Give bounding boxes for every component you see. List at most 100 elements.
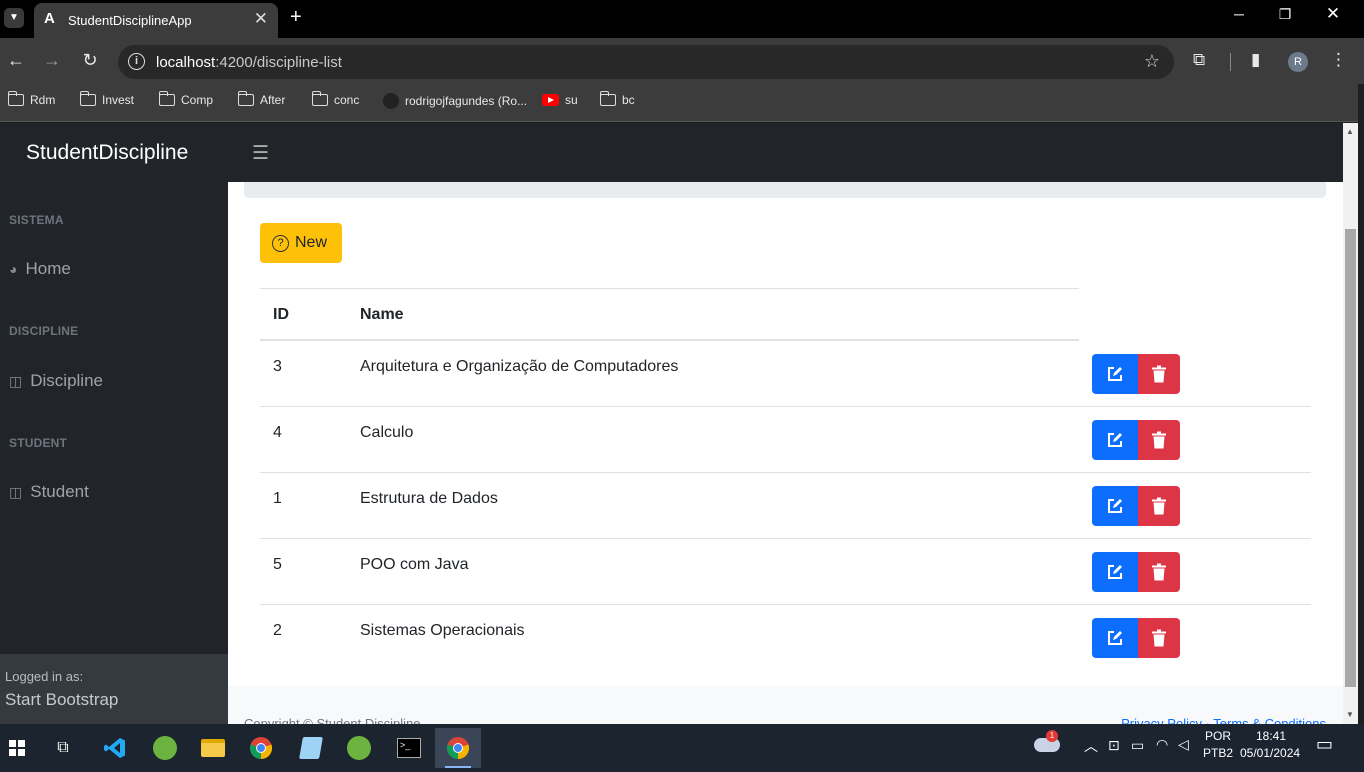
clock-time[interactable]: 18:41 — [1256, 729, 1286, 743]
page-scrollbar[interactable]: ▲ ▼ — [1343, 123, 1358, 724]
header-id: ID — [273, 306, 289, 323]
delete-button[interactable] — [1138, 420, 1180, 460]
restore-icon[interactable]: ❐ — [1262, 6, 1308, 23]
notepad-icon[interactable] — [288, 728, 334, 768]
edit-button[interactable] — [1092, 618, 1138, 658]
start-windows-icon[interactable] — [0, 728, 40, 768]
edit-icon — [1108, 565, 1122, 579]
sidebar-heading-sistema: SISTEMA — [9, 213, 64, 227]
site-info-icon[interactable]: i — [128, 53, 145, 70]
file-explorer-icon[interactable] — [190, 728, 236, 768]
profile-avatar[interactable]: R — [1288, 52, 1308, 72]
row-id: 2 — [273, 622, 282, 639]
bookmark-rdm[interactable]: Rdm — [8, 91, 55, 107]
task-view-icon[interactable]: ⧉ — [40, 728, 86, 768]
table-row: 3 Arquitetura e Organização de Computado… — [260, 341, 1311, 407]
bookmark-github[interactable]: rodrigojfagundes (Ro... — [383, 93, 527, 109]
folder-icon — [238, 91, 254, 106]
url-text: localhost:4200/discipline-list — [156, 54, 342, 71]
sidebar-item-student[interactable]: ◫ Student — [9, 482, 89, 502]
bookmark-bc[interactable]: bc — [600, 91, 635, 107]
toolbar-divider — [1230, 53, 1231, 71]
logged-in-label: Logged in as: — [5, 669, 84, 684]
notifications-icon[interactable]: ▭ — [1316, 734, 1333, 755]
extensions-icon[interactable]: ⧉ — [1193, 50, 1205, 70]
show-hidden-icons[interactable]: ︿ — [1084, 736, 1098, 756]
edit-button[interactable] — [1092, 354, 1138, 394]
page-footer: Copyright © Student Discipline Privacy P… — [228, 686, 1343, 724]
delete-button[interactable] — [1138, 552, 1180, 592]
row-name: Sistemas Operacionais — [360, 622, 525, 639]
volume-icon[interactable]: ◁ — [1178, 736, 1189, 753]
close-tab-icon[interactable]: ✕ — [254, 9, 268, 29]
spring-tools-icon-2[interactable] — [336, 728, 382, 768]
menu-kebab-icon[interactable]: ⋮ — [1330, 50, 1347, 70]
row-name: Estrutura de Dados — [360, 490, 498, 507]
battery-icon[interactable]: ▭ — [1131, 737, 1144, 754]
bookmark-star-icon[interactable]: ☆ — [1144, 51, 1160, 72]
bookmark-su[interactable]: su — [542, 93, 578, 107]
edit-icon — [1108, 631, 1122, 645]
new-tab-icon[interactable]: + — [290, 6, 302, 29]
top-navbar: StudentDiscipline ☰ — [0, 123, 1343, 182]
address-bar[interactable]: i localhost:4200/discipline-list ☆ — [118, 45, 1174, 79]
angular-logo-icon: A — [44, 10, 55, 27]
row-name: Arquitetura e Organização de Computadore… — [360, 358, 679, 375]
table-row: 5 POO com Java — [260, 539, 1311, 605]
sidebar-heading-student: STUDENT — [9, 436, 68, 450]
question-circle-icon: ? — [272, 234, 289, 252]
folder-icon — [312, 91, 328, 106]
sidebar-item-discipline[interactable]: ◫ Discipline — [9, 371, 103, 391]
logged-in-user: Start Bootstrap — [5, 690, 119, 709]
edit-button[interactable] — [1092, 486, 1138, 526]
side-panel-icon[interactable]: ▮ — [1251, 50, 1260, 70]
header-name: Name — [360, 306, 404, 323]
edit-button[interactable] — [1092, 552, 1138, 592]
terminal-icon[interactable]: >_ — [386, 728, 432, 768]
edit-icon — [1108, 367, 1122, 381]
chrome-icon[interactable] — [238, 728, 284, 768]
youtube-icon — [542, 94, 559, 106]
sidebar-item-home[interactable]: ◕ Home — [9, 259, 71, 279]
table-row: 2 Sistemas Operacionais — [260, 605, 1311, 671]
delete-button[interactable] — [1138, 486, 1180, 526]
keyboard-layout[interactable]: PTB2 — [1203, 746, 1233, 760]
bookmark-conc[interactable]: conc — [312, 91, 359, 107]
close-window-icon[interactable]: ✕ — [1310, 4, 1356, 24]
browser-tab[interactable]: A StudentDisciplineApp ✕ — [34, 3, 278, 38]
app-viewport: StudentDiscipline ☰ SISTEMA ◕ Home DISCI… — [0, 123, 1343, 724]
trash-icon — [1152, 497, 1166, 515]
folder-icon — [80, 91, 96, 106]
clock-date[interactable]: 05/01/2024 — [1240, 746, 1300, 760]
delete-button[interactable] — [1138, 354, 1180, 394]
trash-icon — [1152, 431, 1166, 449]
tab-title: StudentDisciplineApp — [68, 13, 192, 28]
table-icon: ◫ — [9, 483, 23, 500]
delete-button[interactable] — [1138, 618, 1180, 658]
scroll-down-icon[interactable]: ▼ — [1346, 710, 1354, 719]
chrome-active-icon[interactable] — [435, 728, 481, 768]
reload-icon[interactable]: ↻ — [78, 50, 102, 71]
sidebar-toggle-icon[interactable]: ☰ — [252, 142, 269, 165]
back-icon[interactable]: ← — [4, 50, 28, 71]
bookmark-invest[interactable]: Invest — [80, 91, 134, 107]
tab-search-icon[interactable]: ▼ — [4, 8, 24, 28]
forward-icon[interactable]: → — [40, 50, 64, 71]
table-header: ID Name — [260, 288, 1079, 341]
meet-now-icon[interactable]: ⊡ — [1108, 737, 1120, 754]
navbar-brand[interactable]: StudentDiscipline — [26, 141, 188, 165]
bookmark-comp[interactable]: Comp — [159, 91, 213, 107]
spring-tools-icon[interactable] — [142, 728, 188, 768]
vscode-icon[interactable] — [92, 728, 138, 768]
bookmark-after[interactable]: After — [238, 91, 285, 107]
scrollbar-thumb[interactable] — [1345, 229, 1356, 687]
minimize-icon[interactable]: ─ — [1216, 6, 1262, 22]
edit-button[interactable] — [1092, 420, 1138, 460]
scroll-up-icon[interactable]: ▲ — [1346, 127, 1354, 136]
weather-icon[interactable]: 1 — [1034, 730, 1060, 752]
footer-links[interactable]: Privacy Policy · Terms & Conditions — [1121, 716, 1326, 724]
row-id: 1 — [273, 490, 282, 507]
new-discipline-button[interactable]: ? New — [260, 223, 342, 263]
language-indicator[interactable]: POR — [1205, 729, 1231, 743]
wifi-icon[interactable]: ◠ — [1156, 736, 1168, 753]
